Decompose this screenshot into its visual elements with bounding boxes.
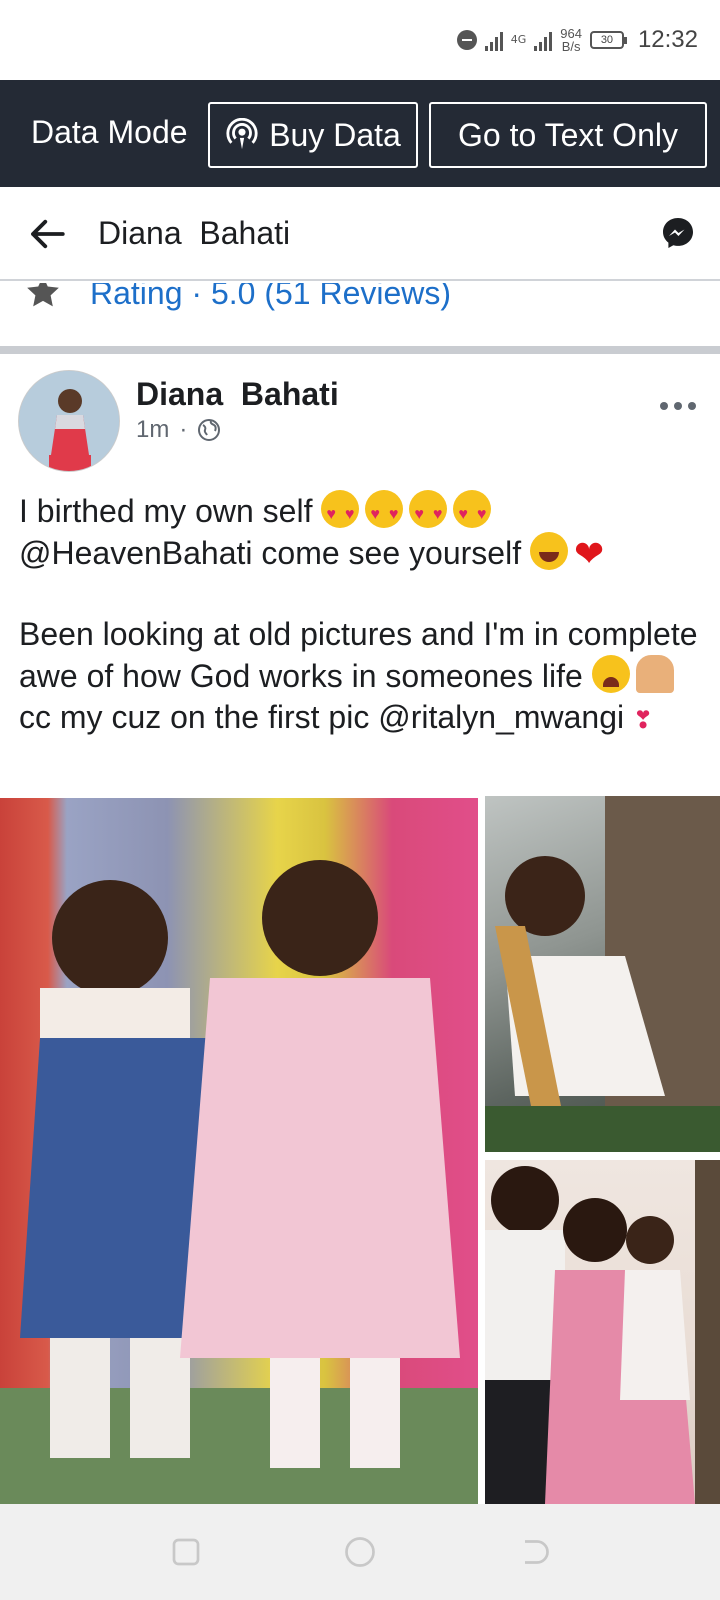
rating-link[interactable]: Rating · 5.0 (51 Reviews)	[90, 283, 451, 312]
messenger-icon[interactable]	[660, 215, 696, 251]
heart-eyes-emoji-icon	[453, 490, 492, 535]
loudly-crying-emoji-icon	[591, 655, 630, 693]
battery-icon: 30	[589, 31, 627, 49]
clock: 12:32	[637, 26, 698, 53]
post-time[interactable]: 1m	[136, 416, 169, 444]
globe-icon	[198, 419, 221, 441]
post-header: Diana Bahati 1m ·	[0, 354, 720, 484]
heart-eyes-emoji-icon	[365, 490, 404, 535]
post-line-2-text: @HeavenBahati come see yourself	[19, 535, 530, 571]
post-meta: 1m ·	[136, 416, 221, 444]
red-heart-emoji-icon: ❤	[573, 533, 605, 574]
post-line-1: I birthed my own self	[19, 490, 709, 535]
broadcast-icon	[226, 118, 258, 150]
status-bar: 4G 964 B/s 30 12:32	[0, 0, 720, 80]
back-arrow-icon[interactable]	[26, 213, 68, 255]
post-photo-2[interactable]	[485, 796, 720, 1152]
page-header: Diana Bahati	[0, 187, 720, 281]
section-divider	[0, 346, 720, 354]
network-speed-unit: B/s	[561, 39, 581, 54]
page-title: Diana Bahati	[98, 215, 291, 251]
star-icon	[27, 283, 59, 307]
post-line-2: @HeavenBahati come see yourself ❤	[19, 532, 709, 574]
post-paragraph-2: Been looking at old pictures and I'm in …	[19, 614, 709, 741]
recent-apps-icon[interactable]	[168, 1534, 204, 1570]
network-speed: 964 B/s	[560, 27, 582, 53]
photo-3-scene	[485, 1160, 720, 1504]
data-mode-label: Data Mode	[31, 114, 188, 150]
post-photo-3[interactable]	[485, 1160, 720, 1504]
post-body: I birthed my own self @HeavenBahati come…	[19, 490, 709, 741]
buy-data-button[interactable]: Buy Data	[208, 102, 418, 168]
folded-hands-emoji-icon	[635, 655, 674, 693]
heart-eyes-emoji-icon	[321, 490, 360, 535]
avatar[interactable]	[18, 370, 120, 472]
post-photo-main[interactable]	[0, 798, 478, 1504]
do-not-disturb-icon	[456, 30, 477, 50]
heart-eyes-emoji-icon	[409, 490, 448, 535]
rating-strip: Rating · 5.0 (51 Reviews)	[0, 283, 720, 346]
heart-exclamation-emoji-icon: ❣	[633, 707, 654, 734]
network-type: 4G	[510, 33, 527, 46]
status-icons: 4G 964 B/s 30 12:32	[456, 22, 698, 58]
back-nav-icon[interactable]	[516, 1534, 552, 1570]
photo-2-scene	[485, 796, 720, 1152]
data-mode-bar: Data Mode Buy Data Go to Text Only	[0, 80, 720, 187]
more-options-icon[interactable]	[656, 394, 700, 418]
signal-strength-icon-2	[534, 29, 553, 51]
post-line-1-text: I birthed my own self	[19, 493, 322, 529]
signal-strength-icon	[484, 29, 503, 51]
photo-main-scene	[0, 860, 478, 1504]
text-only-label: Go to Text Only	[458, 116, 678, 153]
text-only-button[interactable]: Go to Text Only	[429, 102, 707, 168]
system-navigation-bar	[0, 1504, 720, 1600]
battery-level: 30	[600, 34, 614, 46]
post-author[interactable]: Diana Bahati	[136, 376, 339, 413]
avatar-image	[19, 371, 119, 471]
tears-of-joy-emoji-icon	[529, 532, 568, 570]
meta-separator: ·	[179, 416, 188, 443]
home-icon[interactable]	[342, 1534, 378, 1570]
buy-data-label: Buy Data	[269, 116, 401, 153]
